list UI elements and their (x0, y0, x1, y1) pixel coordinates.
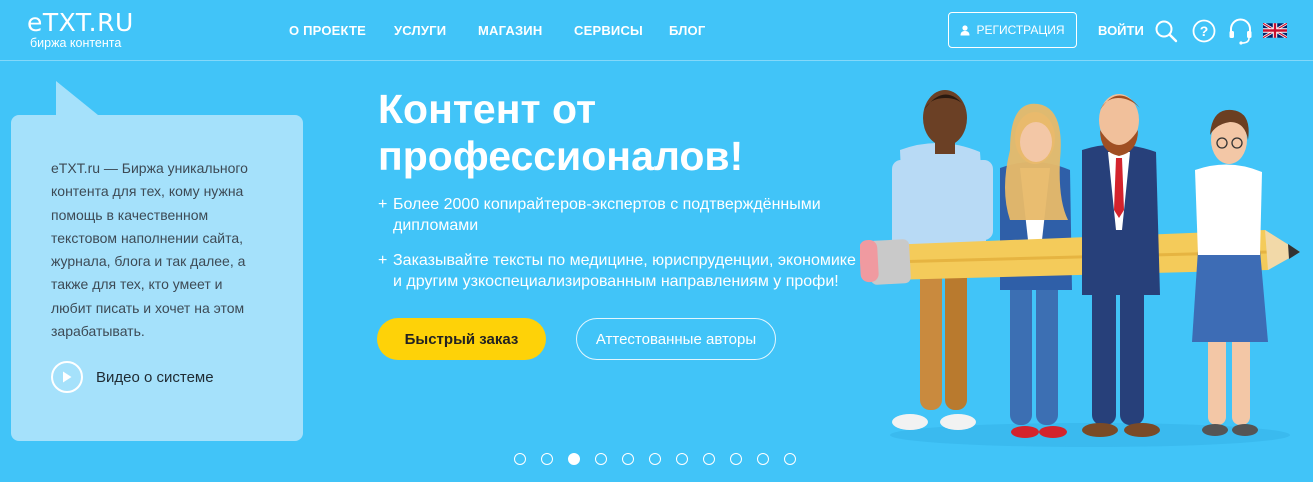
video-label: Видео о системе (96, 368, 214, 386)
video-button[interactable]: Видео о системе (51, 361, 214, 393)
bullet-plus: + (378, 196, 388, 213)
svg-text:?: ? (1200, 23, 1209, 39)
bullet-plus: + (378, 252, 388, 269)
quick-order-button[interactable]: Быстрый заказ (377, 318, 546, 360)
nav-item-about[interactable]: О ПРОЕКТЕ (289, 23, 366, 38)
nav-item-blog[interactable]: БЛОГ (669, 23, 705, 38)
carousel-dot[interactable] (703, 453, 715, 465)
carousel-dot[interactable] (541, 453, 553, 465)
bullet-1-line-1: Более 2000 копирайтеров-экспертов с подт… (393, 196, 821, 213)
carousel-dot[interactable] (649, 453, 661, 465)
hero-title: Контент от профессионалов! (378, 86, 878, 180)
carousel-dot[interactable] (784, 453, 796, 465)
carousel-dot[interactable] (676, 453, 688, 465)
top-navigation-bar: eTXT.RU биржа контента О ПРОЕКТЕ УСЛУГИ … (0, 0, 1313, 61)
nav-item-services[interactable]: УСЛУГИ (394, 23, 446, 38)
site-logo[interactable]: eTXT.RU биржа контента (27, 8, 134, 51)
uk-flag-icon[interactable] (1263, 23, 1287, 38)
info-bubble: eTXT.ru — Биржа уникального контента для… (11, 81, 303, 441)
bullet-2-line-2: и другим узкоспециализированным направле… (393, 273, 839, 290)
help-icon[interactable]: ? (1192, 19, 1216, 43)
nav-item-shop[interactable]: МАГАЗИН (478, 23, 542, 38)
carousel-dot[interactable] (514, 453, 526, 465)
search-icon[interactable] (1154, 19, 1178, 43)
carousel-dot[interactable] (622, 453, 634, 465)
carousel-dot[interactable] (568, 453, 580, 465)
logo-wordmark: eTXT.RU (27, 8, 134, 37)
support-headset-icon[interactable] (1228, 18, 1253, 45)
hero-title-line1: Контент от (378, 86, 597, 132)
bullet-2-line-1: Заказывайте тексты по медицине, юриспруд… (393, 252, 856, 269)
carousel-dot[interactable] (757, 453, 769, 465)
nav-item-tools[interactable]: СЕРВИСЫ (574, 23, 643, 38)
play-icon (51, 361, 83, 393)
login-link[interactable]: ВОЙТИ (1098, 23, 1144, 38)
site-description: eTXT.ru — Биржа уникального контента для… (51, 160, 248, 340)
hero-title-line2: профессионалов! (378, 133, 744, 179)
register-button[interactable]: РЕГИСТРАЦИЯ (948, 12, 1077, 48)
register-label: РЕГИСТРАЦИЯ (976, 23, 1065, 37)
bullet-1-line-2: дипломами (393, 217, 479, 234)
user-icon (960, 24, 970, 35)
logo-tagline: биржа контента (30, 36, 122, 50)
certified-authors-button[interactable]: Аттестованные авторы (576, 318, 776, 360)
speech-bubble-tail (56, 81, 98, 115)
carousel-dot[interactable] (730, 453, 742, 465)
carousel-dots (514, 453, 811, 465)
team-with-pencil-illustration (860, 90, 1300, 447)
carousel-dot[interactable] (595, 453, 607, 465)
